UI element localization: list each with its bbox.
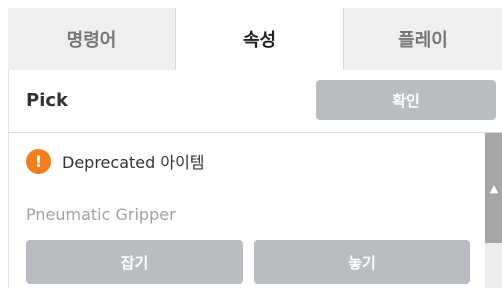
scrollbar[interactable]: ▲: [485, 133, 502, 288]
exclamation-circle-icon: !: [26, 148, 51, 174]
deprecated-warning: ! Deprecated 아이템: [26, 148, 205, 174]
properties-panel: Pick 확인 ! Deprecated 아이템 Pneumatic Gripp…: [8, 70, 502, 288]
scroll-up-arrow-icon[interactable]: ▲: [490, 182, 498, 195]
panel-header: Pick 확인: [9, 70, 502, 132]
grip-button[interactable]: 잡기: [26, 240, 243, 284]
tab-properties[interactable]: 속성: [176, 8, 343, 70]
confirm-button[interactable]: 확인: [316, 80, 496, 120]
release-button[interactable]: 놓기: [254, 240, 470, 284]
gripper-label: Pneumatic Gripper: [26, 205, 176, 224]
tab-commands[interactable]: 명령어: [8, 8, 176, 70]
warning-text: Deprecated 아이템: [62, 153, 205, 172]
scroll-thumb[interactable]: ▲: [485, 133, 502, 243]
page-title: Pick: [26, 90, 69, 111]
tab-bar: 명령어 속성 플레이: [8, 8, 502, 70]
tab-play[interactable]: 플레이: [343, 8, 502, 70]
divider: [9, 132, 502, 133]
